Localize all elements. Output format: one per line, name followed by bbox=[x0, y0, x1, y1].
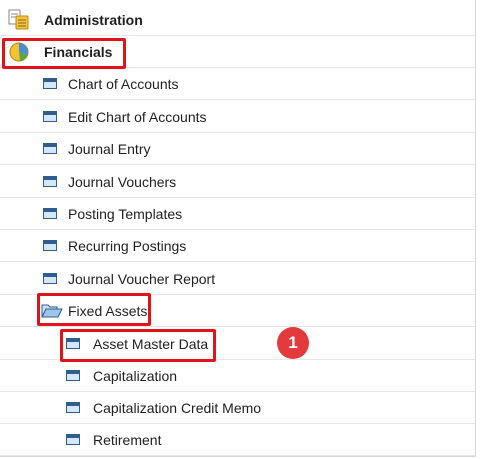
form-icon bbox=[43, 176, 57, 187]
tree-item-journal-voucher-report[interactable]: Journal Voucher Report bbox=[0, 263, 475, 295]
tree-item-edit-chart-of-accounts[interactable]: Edit Chart of Accounts bbox=[0, 101, 475, 133]
tree-item-label: Edit Chart of Accounts bbox=[68, 109, 207, 125]
form-icon bbox=[43, 143, 57, 154]
tree-item-label: Capitalization bbox=[93, 368, 178, 384]
tree-item-retirement[interactable]: Retirement bbox=[0, 424, 475, 456]
administration-label: Administration bbox=[44, 12, 143, 28]
asset-master-data-highlight bbox=[60, 329, 216, 362]
tree-item-label: Retirement bbox=[93, 432, 162, 448]
fixed-assets-highlight bbox=[37, 293, 151, 326]
form-icon bbox=[66, 402, 80, 413]
tree-item-capitalization[interactable]: Capitalization bbox=[0, 360, 475, 392]
tree-item-recurring-postings[interactable]: Recurring Postings bbox=[0, 230, 475, 262]
form-icon bbox=[43, 208, 57, 219]
tree-item-label: Journal Entry bbox=[68, 141, 151, 157]
tree-item-label: Capitalization Credit Memo bbox=[93, 400, 262, 416]
tree-item-label: Posting Templates bbox=[68, 206, 183, 222]
tree-item-journal-vouchers[interactable]: Journal Vouchers bbox=[0, 166, 475, 198]
financials-highlight bbox=[2, 38, 126, 69]
form-icon bbox=[66, 370, 80, 381]
tree-item-chart-of-accounts[interactable]: Chart of Accounts bbox=[0, 68, 475, 100]
form-icon bbox=[66, 434, 80, 445]
form-icon bbox=[43, 240, 57, 251]
tree-item-label: Recurring Postings bbox=[68, 238, 187, 254]
tree-item-label: Journal Vouchers bbox=[68, 174, 177, 190]
form-icon bbox=[43, 78, 57, 89]
tree-item-label: Journal Voucher Report bbox=[68, 271, 216, 287]
tree-item-label: Chart of Accounts bbox=[68, 76, 179, 92]
step-number-badge: 1 bbox=[277, 327, 309, 359]
tree-item-capitalization-credit-memo[interactable]: Capitalization Credit Memo bbox=[0, 392, 475, 424]
tree-item-posting-templates[interactable]: Posting Templates bbox=[0, 198, 475, 230]
tree-item-journal-entry[interactable]: Journal Entry bbox=[0, 133, 475, 165]
form-icon bbox=[43, 111, 57, 122]
tree-item-administration[interactable]: Administration bbox=[0, 4, 475, 36]
form-icon bbox=[43, 273, 57, 284]
module-folder-icon bbox=[8, 8, 30, 35]
